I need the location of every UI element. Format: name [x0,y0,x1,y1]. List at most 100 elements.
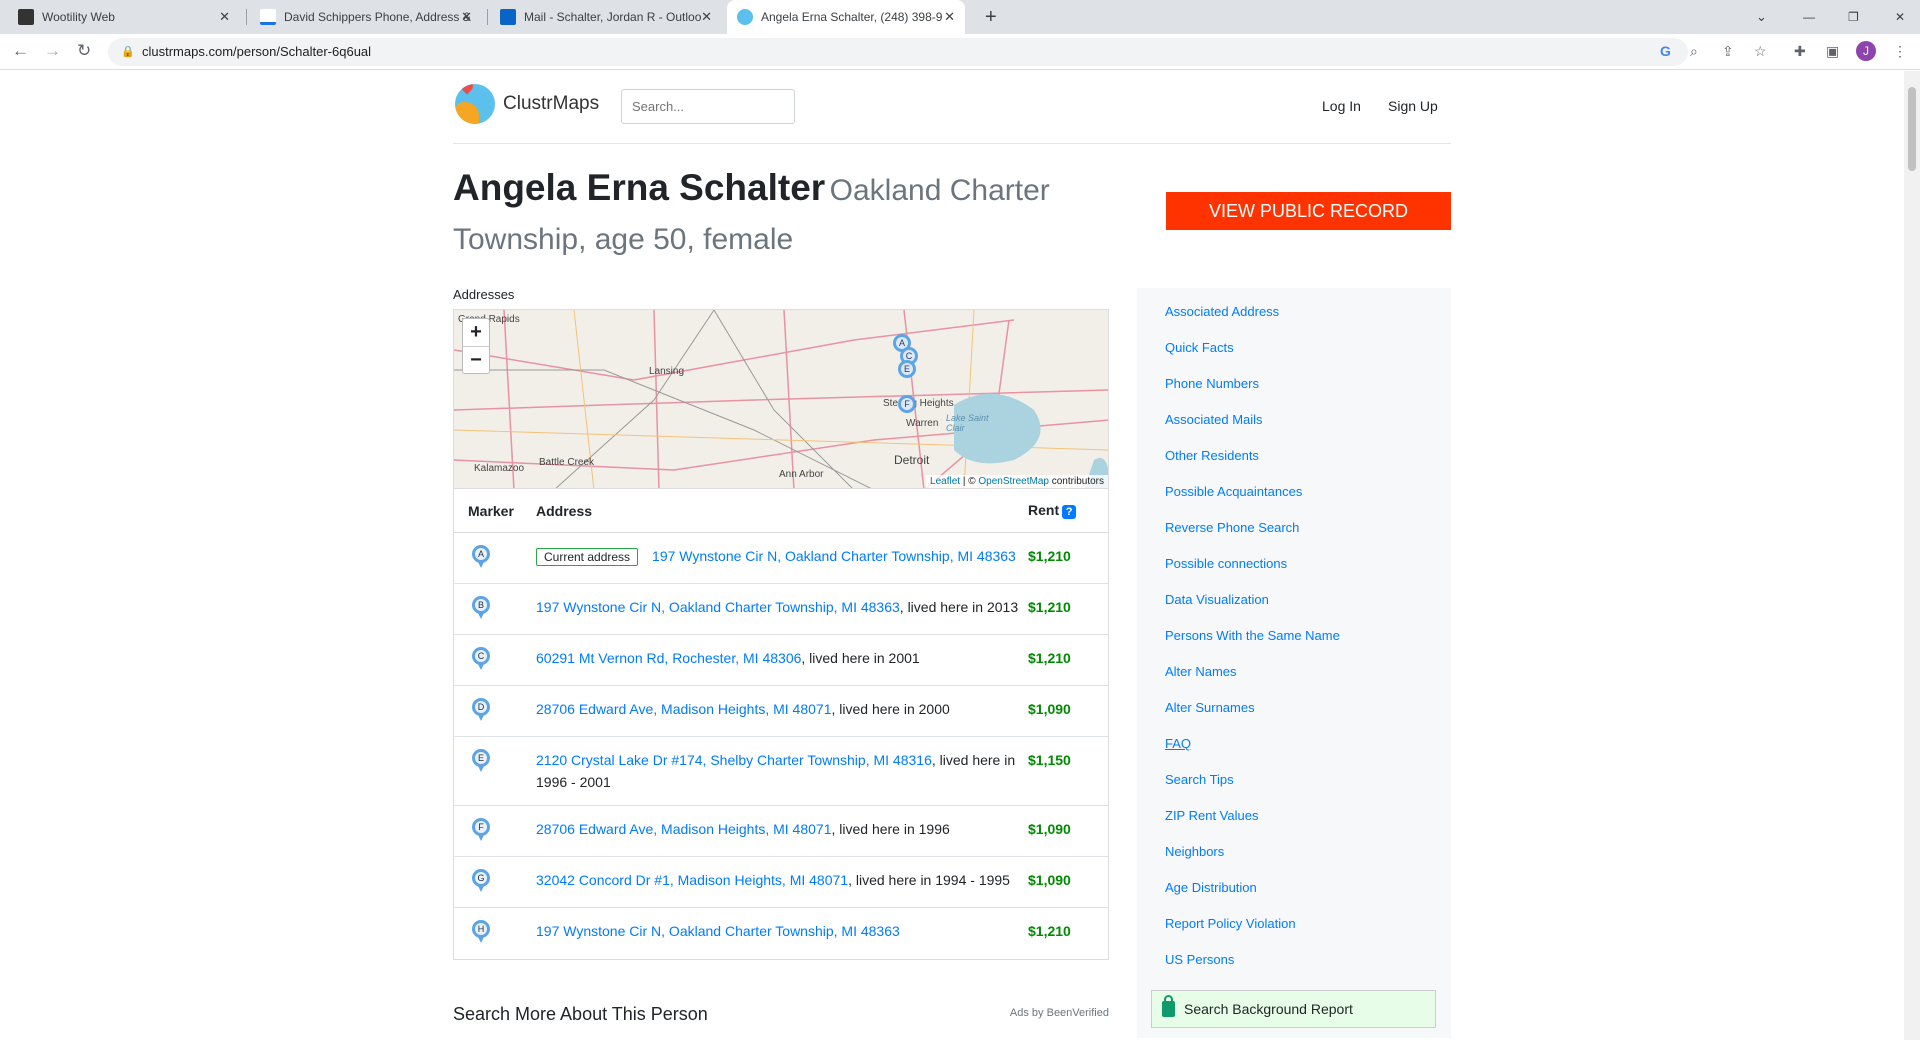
tab-david[interactable]: David Schippers Phone, Address & ✕ [250,0,482,34]
marker-pin-icon[interactable]: G [472,869,490,892]
share-icon[interactable]: ⇪ [1722,43,1734,60]
marker-cell: B [454,596,536,619]
sidebar-link[interactable]: Persons With the Same Name [1165,628,1340,643]
addresses-heading: Addresses [453,287,515,302]
address-link[interactable]: 2120 Crystal Lake Dr #174, Shelby Charte… [536,752,932,768]
tab-title: Mail - Schalter, Jordan R - Outloo [524,10,702,24]
sidebar-link[interactable]: Report Policy Violation [1165,916,1296,931]
tab-mail[interactable]: Mail - Schalter, Jordan R - Outloo ✕ [490,0,722,34]
marker-pin-icon[interactable]: C [472,647,490,670]
tab-active[interactable]: Angela Erna Schalter, (248) 398-9 ✕ [727,0,965,34]
new-tab-button[interactable]: + [975,0,1007,34]
rent-value: $1,150 [1028,752,1071,768]
extensions-icon[interactable]: ✚ [1794,43,1806,60]
close-tab-icon[interactable]: ✕ [461,9,472,25]
back-icon[interactable]: ← [12,41,29,61]
site-icon [260,9,276,25]
marker-pin-icon[interactable]: D [472,698,490,721]
map-label: Kalamazoo [474,463,525,474]
address-link[interactable]: 197 Wynstone Cir N, Oakland Charter Town… [536,923,900,939]
address-link[interactable]: 197 Wynstone Cir N, Oakland Charter Town… [652,548,1016,564]
sidebar-link[interactable]: Associated Mails [1165,412,1263,427]
sidebar-link[interactable]: Alter Names [1165,664,1237,679]
address-link[interactable]: 28706 Edward Ave, Madison Heights, MI 48… [536,701,831,717]
marker-pin-icon[interactable]: H [472,920,490,943]
table-row: H 197 Wynstone Cir N, Oakland Charter To… [454,908,1108,959]
map[interactable]: Grand Rapids Lansing Kalamazoo Battle Cr… [453,309,1109,489]
address-link[interactable]: 197 Wynstone Cir N, Oakland Charter Town… [536,599,900,615]
lock-icon: 🔒 [121,46,135,58]
profile-avatar[interactable]: J [1856,41,1876,61]
sidebar-link[interactable]: ZIP Rent Values [1165,808,1258,823]
col-address: Address [536,502,593,519]
marker-pin-icon[interactable]: E [472,749,490,772]
rent-help-icon[interactable]: ? [1062,505,1077,519]
marker-cell: C [454,647,536,670]
menu-icon[interactable]: ⋮ [1893,43,1907,60]
tab-wootility[interactable]: Wootility Web ✕ [8,0,240,34]
close-tab-icon[interactable]: ✕ [944,9,955,25]
sidebar-link[interactable]: Associated Address [1165,304,1279,319]
sidebar-link[interactable]: Alter Surnames [1165,700,1255,715]
logo[interactable]: ClustrMaps [455,84,599,124]
sidebar-link[interactable]: Quick Facts [1165,340,1234,355]
sidebar-link[interactable]: Possible connections [1165,556,1287,571]
tab-search-icon[interactable]: ⌄ [1746,0,1777,34]
address-link[interactable]: 60291 Mt Vernon Rd, Rochester, MI 48306 [536,650,801,666]
wootility-icon [18,9,34,25]
table-row: G 32042 Concord Dr #1, Madison Heights, … [454,857,1108,908]
google-icon[interactable]: G [1660,43,1671,59]
close-tab-icon[interactable]: ✕ [701,9,712,25]
marker-pin-icon[interactable]: A [472,545,490,568]
rent-value: $1,090 [1028,821,1071,837]
marker-pin-icon[interactable]: B [472,596,490,619]
zoom-in-button[interactable]: + [463,319,489,346]
minimize-button[interactable]: — [1793,0,1825,34]
sidebar-link[interactable]: Phone Numbers [1165,376,1259,391]
address-note: , lived here in 2001 [801,650,920,666]
sidebar-link[interactable]: Possible Acquaintances [1165,484,1302,499]
scrollbar-thumb[interactable] [1908,87,1916,171]
signup-link[interactable]: Sign Up [1388,98,1438,114]
osm-link[interactable]: OpenStreetMap [978,476,1049,487]
scrollbar[interactable] [1904,71,1920,1040]
address-note: , lived here in 2013 [899,599,1019,615]
search-background-report-button[interactable]: Search Background Report [1151,990,1436,1028]
marker-pin-icon[interactable]: F [472,818,490,841]
addresses-table: Marker Address Rent? A Current address 19… [453,489,1109,960]
close-window-button[interactable]: ✕ [1885,0,1915,34]
map-marker[interactable]: F [898,395,916,413]
marker-cell: A [454,545,536,568]
view-public-record-button[interactable]: VIEW PUBLIC RECORD RESULTS✓ [1166,192,1451,259]
sidebar-link[interactable]: FAQ [1165,736,1191,751]
map-label: Sterling Heights [883,398,954,409]
sidebar-link[interactable]: US Persons [1165,952,1234,967]
maximize-button[interactable]: ❐ [1838,0,1869,34]
map-marker[interactable]: E [898,360,916,378]
sidebar-link[interactable]: Other Residents [1165,448,1259,463]
search-input[interactable] [621,89,795,124]
rent-value: $1,210 [1028,548,1071,564]
map-label: Lake Saint Clair [946,413,989,433]
page-title: Angela Erna Schalter Oakland Charter Tow… [453,166,1153,267]
zoom-out-button[interactable]: − [463,346,489,373]
forward-icon[interactable]: → [44,41,61,61]
bookmark-star-icon[interactable]: ☆ [1754,43,1767,60]
sidebar-link[interactable]: Data Visualization [1165,592,1269,607]
address-link[interactable]: 28706 Edward Ave, Madison Heights, MI 48… [536,821,831,837]
sidebar-link[interactable]: Search Tips [1165,772,1234,787]
sidebar-link[interactable]: Reverse Phone Search [1165,520,1299,535]
address-link[interactable]: 32042 Concord Dr #1, Madison Heights, MI… [536,872,848,888]
side-panel-icon[interactable]: ▣ [1826,43,1839,60]
tab-title: Angela Erna Schalter, (248) 398-9 [761,10,943,24]
reload-icon[interactable]: ↻ [77,41,91,61]
sidebar-link[interactable]: Neighbors [1165,844,1224,859]
address-bar[interactable]: 🔒 clustrmaps.com/person/Schalter-6q6ual [108,38,1688,66]
leaflet-link[interactable]: Leaflet [930,476,960,487]
close-tab-icon[interactable]: ✕ [219,9,230,25]
sidebar-link[interactable]: Age Distribution [1165,880,1257,895]
zoom-icon[interactable]: ⌕ [1690,43,1698,60]
login-link[interactable]: Log In [1322,98,1361,114]
map-label: Lansing [649,366,685,377]
ads-label: Ads by BeenVerified [1009,1007,1109,1019]
